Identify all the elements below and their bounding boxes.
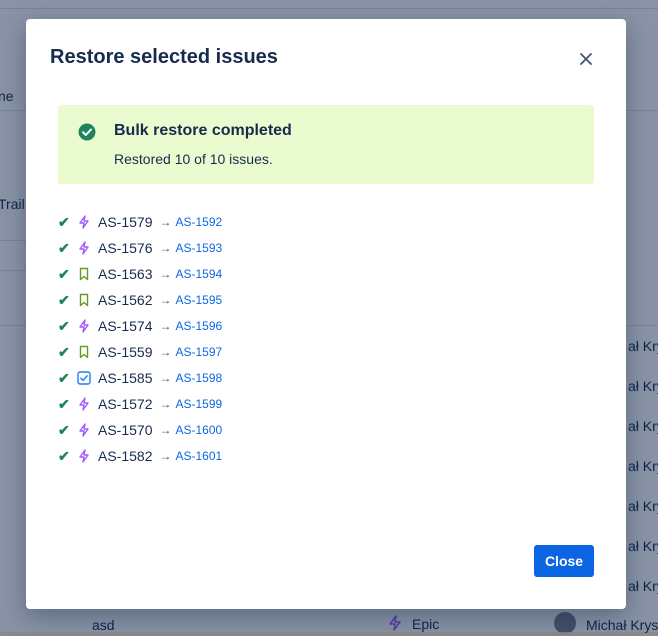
new-issue-link[interactable]: AS-1601: [175, 449, 222, 463]
original-issue-key: AS-1559: [98, 344, 153, 360]
check-icon: ✔: [58, 395, 70, 412]
arrow-right-icon: →: [159, 449, 172, 463]
arrow-right-icon: →: [159, 267, 172, 281]
list-item: ✔ AS-1570 → AS-1600: [58, 417, 222, 443]
check-icon: ✔: [58, 369, 70, 386]
original-issue-key: AS-1572: [98, 396, 153, 412]
check-icon: ✔: [58, 447, 70, 464]
dialog-title: Restore selected issues: [50, 46, 278, 68]
restored-issues-list: ✔ AS-1579 → AS-1592 ✔ AS-1576 → AS-1593 ✔ AS-1563…: [58, 209, 222, 469]
arrow-right-icon: →: [159, 423, 172, 437]
new-issue-link[interactable]: AS-1599: [175, 397, 222, 411]
restore-issues-dialog: Restore selected issues Bulk restore com…: [26, 19, 626, 609]
check-icon: ✔: [58, 265, 70, 282]
list-item: ✔ AS-1582 → AS-1601: [58, 443, 222, 469]
success-banner: Bulk restore completed Restored 10 of 10…: [58, 105, 594, 184]
list-item: ✔ AS-1585 → AS-1598: [58, 365, 222, 391]
check-icon: ✔: [58, 291, 70, 308]
lightning-icon: [76, 448, 92, 464]
list-item: ✔ AS-1562 → AS-1595: [58, 287, 222, 313]
list-item: ✔ AS-1576 → AS-1593: [58, 235, 222, 261]
check-icon: ✔: [58, 343, 70, 360]
original-issue-key: AS-1579: [98, 214, 153, 230]
arrow-right-icon: →: [159, 371, 172, 385]
check-icon: ✔: [58, 213, 70, 230]
new-issue-link[interactable]: AS-1592: [175, 215, 222, 229]
banner-message: Restored 10 of 10 issues.: [114, 151, 273, 167]
lightning-icon: [76, 318, 92, 334]
list-item: ✔ AS-1579 → AS-1592: [58, 209, 222, 235]
new-issue-link[interactable]: AS-1597: [175, 345, 222, 359]
arrow-right-icon: →: [159, 397, 172, 411]
original-issue-key: AS-1576: [98, 240, 153, 256]
new-issue-link[interactable]: AS-1600: [175, 423, 222, 437]
banner-title: Bulk restore completed: [114, 122, 292, 139]
new-issue-link[interactable]: AS-1594: [175, 267, 222, 281]
lightning-icon: [76, 422, 92, 438]
check-icon: ✔: [58, 421, 70, 438]
new-issue-link[interactable]: AS-1595: [175, 293, 222, 307]
arrow-right-icon: →: [159, 293, 172, 307]
original-issue-key: AS-1574: [98, 318, 153, 334]
new-issue-link[interactable]: AS-1596: [175, 319, 222, 333]
check-icon: ✔: [58, 239, 70, 256]
original-issue-key: AS-1570: [98, 422, 153, 438]
original-issue-key: AS-1563: [98, 266, 153, 282]
list-item: ✔ AS-1572 → AS-1599: [58, 391, 222, 417]
bookmark-icon: [76, 266, 92, 282]
list-item: ✔ AS-1563 → AS-1594: [58, 261, 222, 287]
new-issue-link[interactable]: AS-1593: [175, 241, 222, 255]
lightning-icon: [76, 240, 92, 256]
task-checkbox-icon: [76, 370, 92, 386]
original-issue-key: AS-1585: [98, 370, 153, 386]
close-button[interactable]: Close: [534, 545, 594, 577]
list-item: ✔ AS-1574 → AS-1596: [58, 313, 222, 339]
success-check-icon: [78, 123, 96, 146]
list-item: ✔ AS-1559 → AS-1597: [58, 339, 222, 365]
arrow-right-icon: →: [159, 345, 172, 359]
bookmark-icon: [76, 292, 92, 308]
lightning-icon: [76, 214, 92, 230]
original-issue-key: AS-1562: [98, 292, 153, 308]
close-icon[interactable]: [574, 47, 598, 71]
check-icon: ✔: [58, 317, 70, 334]
arrow-right-icon: →: [159, 215, 172, 229]
lightning-icon: [76, 396, 92, 412]
arrow-right-icon: →: [159, 319, 172, 333]
new-issue-link[interactable]: AS-1598: [175, 371, 222, 385]
arrow-right-icon: →: [159, 241, 172, 255]
original-issue-key: AS-1582: [98, 448, 153, 464]
bookmark-icon: [76, 344, 92, 360]
